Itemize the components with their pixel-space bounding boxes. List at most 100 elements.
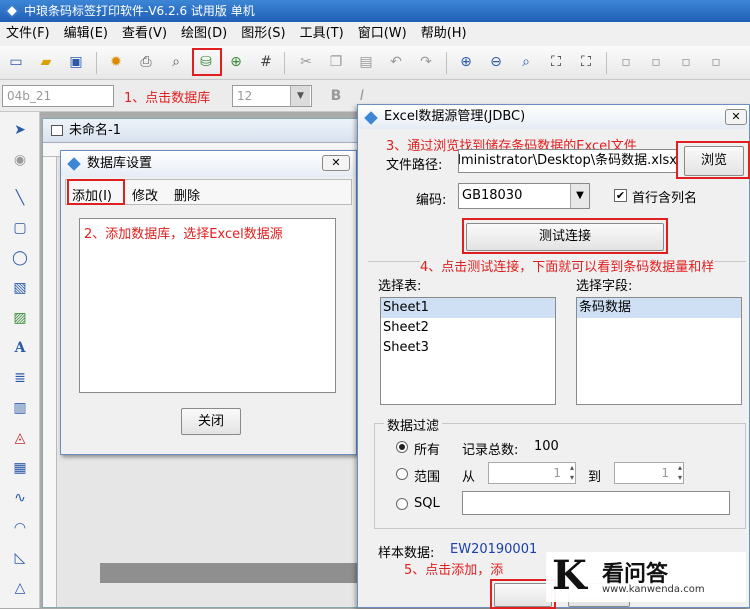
sql-input[interactable]	[462, 491, 730, 515]
print-preview-icon[interactable]: ⌕	[166, 52, 186, 72]
range-from-label: 从	[462, 470, 476, 485]
total-records-value: 100	[534, 439, 559, 454]
italic-icon[interactable]: I	[352, 86, 372, 106]
qrcode-tool-icon[interactable]: ▦	[10, 458, 30, 478]
font-name-combo[interactable]: 04b_21	[2, 85, 114, 107]
dialog-app-icon	[67, 157, 81, 171]
zoom-in-icon[interactable]: ⊕	[456, 52, 476, 72]
encoding-label: 编码:	[416, 193, 447, 208]
redo-icon[interactable]: ↷	[416, 52, 436, 72]
range-to-spinner[interactable]: 1	[614, 462, 684, 484]
settings-gear-icon[interactable]: ✹	[106, 52, 126, 72]
sheet-item[interactable]: Sheet2	[381, 318, 555, 338]
line-tool-icon[interactable]: ╲	[10, 188, 30, 208]
chevron-down-icon[interactable]: ▼	[570, 184, 589, 208]
font-size-dropdown-icon[interactable]: ▼	[290, 86, 310, 106]
range-from-spinner[interactable]: 1	[488, 462, 576, 484]
header-row-checkbox[interactable]: ✔	[614, 189, 627, 202]
image-tool-icon[interactable]: ▧	[10, 278, 30, 298]
paste-icon[interactable]: ▤	[356, 52, 376, 72]
sheet-list[interactable]: Sheet1 Sheet2 Sheet3	[380, 297, 556, 405]
ellipse-tool-icon[interactable]: ◯	[10, 248, 30, 268]
open-folder-icon[interactable]: ▰	[36, 52, 56, 72]
menu-window[interactable]: 窗口(W)	[358, 22, 407, 46]
print-icon[interactable]: ⎙	[136, 52, 156, 72]
align-center-icon[interactable]: ▫	[646, 52, 666, 72]
zoom-out-icon[interactable]: ⊖	[486, 52, 506, 72]
menu-edit[interactable]: 编辑(E)	[64, 22, 108, 46]
test-connection-highlight-box	[462, 218, 668, 254]
step4-annotation: 4、点击测试连接，下面就可以看到条码数据量和样	[420, 256, 715, 275]
filter-all-radio[interactable]	[396, 441, 408, 453]
main-toolbar: ▭ ▰ ▣ ✹ ⎙ ⌕ ⛁ ⊕ # ✂ ❐ ▤ ↶ ↷ ⊕ ⊖ ⌕ ⛶ ⛶ ▫ …	[0, 46, 750, 80]
step2-annotation: 2、添加数据库，选择Excel数据源	[84, 227, 283, 242]
picture-tool-icon[interactable]: ▨	[10, 308, 30, 328]
excel-dialog-title: Excel数据源管理(JDBC)	[384, 109, 526, 124]
text-tool-icon[interactable]: A	[10, 338, 30, 358]
fit-page-icon[interactable]: ⛶	[546, 52, 566, 72]
undo-icon[interactable]: ↶	[386, 52, 406, 72]
app-title: 中琅条码标签打印软件-V6.2.6 试用版 单机	[24, 4, 255, 18]
ungroup-icon[interactable]: ▫	[706, 52, 726, 72]
field-list[interactable]: 条码数据	[576, 297, 742, 405]
triangle-tool-icon[interactable]: △	[10, 578, 30, 598]
menu-help[interactable]: 帮助(H)	[421, 22, 467, 46]
save-icon[interactable]: ▣	[66, 52, 86, 72]
label-page	[100, 563, 380, 583]
zoom-icon[interactable]: ⌕	[516, 52, 536, 72]
rich-text-tool-icon[interactable]: ≣	[10, 368, 30, 388]
shape-tool-icon[interactable]: ◬	[10, 428, 30, 448]
excel-dialog-title-bar: Excel数据源管理(JDBC) ✕	[358, 105, 749, 129]
watermark-url: www.kanwenda.com	[602, 584, 705, 595]
document-icon	[51, 125, 63, 136]
database-settings-dialog: 数据库设置 ✕ 添加(I) 修改 删除 2、添加数据库，选择Excel数据源 关…	[60, 150, 357, 455]
field-item[interactable]: 条码数据	[577, 298, 741, 318]
data-filter-label: 数据过滤	[384, 415, 443, 434]
copy-icon[interactable]: ❐	[326, 52, 346, 72]
sheet-item[interactable]: Sheet1	[381, 298, 555, 318]
sheet-label: 选择表:	[378, 279, 422, 294]
polyline-tool-icon[interactable]: ◺	[10, 548, 30, 568]
arc-tool-icon[interactable]: ◠	[10, 518, 30, 538]
filter-sql-radio[interactable]	[396, 498, 408, 510]
menu-shape[interactable]: 图形(S)	[241, 22, 285, 46]
database-dialog-title-bar: 数据库设置 ✕	[61, 151, 356, 177]
field-label: 选择字段:	[576, 279, 633, 294]
menu-view[interactable]: 查看(V)	[122, 22, 167, 46]
sheet-item[interactable]: Sheet3	[381, 338, 555, 358]
browse-highlight-box	[676, 141, 750, 179]
barcode-tool-icon[interactable]: ▥	[10, 398, 30, 418]
filter-range-radio[interactable]	[396, 468, 408, 480]
document-title: 未命名-1	[69, 123, 121, 138]
menu-file[interactable]: 文件(F)	[6, 22, 50, 46]
bold-icon[interactable]: B	[326, 86, 346, 106]
modify-database-menu[interactable]: 修改	[132, 185, 158, 204]
rectangle-tool-icon[interactable]: ▢	[10, 218, 30, 238]
left-tool-palette: ➤ ◉ ╲ ▢ ◯ ▧ ▨ A ≣ ▥ ◬ ▦ ∿ ◠ ◺ △	[0, 112, 40, 608]
close-button[interactable]: 关闭	[181, 408, 241, 435]
group-icon[interactable]: ▫	[676, 52, 696, 72]
filter-all-label: 所有	[414, 443, 441, 458]
range-to-label: 到	[588, 470, 602, 485]
curve-tool-icon[interactable]: ∿	[10, 488, 30, 508]
header-row-label: 首行含列名	[632, 191, 698, 206]
file-path-input[interactable]: dministrator\Desktop\条码数据.xlsx	[458, 149, 678, 173]
grid-icon[interactable]: #	[256, 52, 276, 72]
watermark-logo: K	[552, 552, 587, 599]
cut-icon[interactable]: ✂	[296, 52, 316, 72]
menu-draw[interactable]: 绘图(D)	[181, 22, 227, 46]
new-file-icon[interactable]: ▭	[6, 52, 26, 72]
select-arrow-icon[interactable]: ➤	[10, 120, 30, 140]
rotate-icon[interactable]: ◉	[10, 150, 30, 170]
database-dialog-title: 数据库设置	[87, 156, 153, 171]
delete-database-menu[interactable]: 删除	[174, 185, 200, 204]
database-list[interactable]: 2、添加数据库，选择Excel数据源	[79, 218, 336, 393]
menu-tools[interactable]: 工具(T)	[300, 22, 344, 46]
align-icon[interactable]: ▫	[616, 52, 636, 72]
close-icon[interactable]: ✕	[725, 109, 747, 125]
actual-size-icon[interactable]: ⛶	[576, 52, 596, 72]
database-add-icon[interactable]: ⊕	[226, 52, 246, 72]
close-icon[interactable]: ✕	[322, 155, 350, 171]
menu-bar: 文件(F) 编辑(E) 查看(V) 绘图(D) 图形(S) 工具(T) 窗口(W…	[0, 22, 750, 46]
filter-range-label: 范围	[414, 470, 441, 485]
